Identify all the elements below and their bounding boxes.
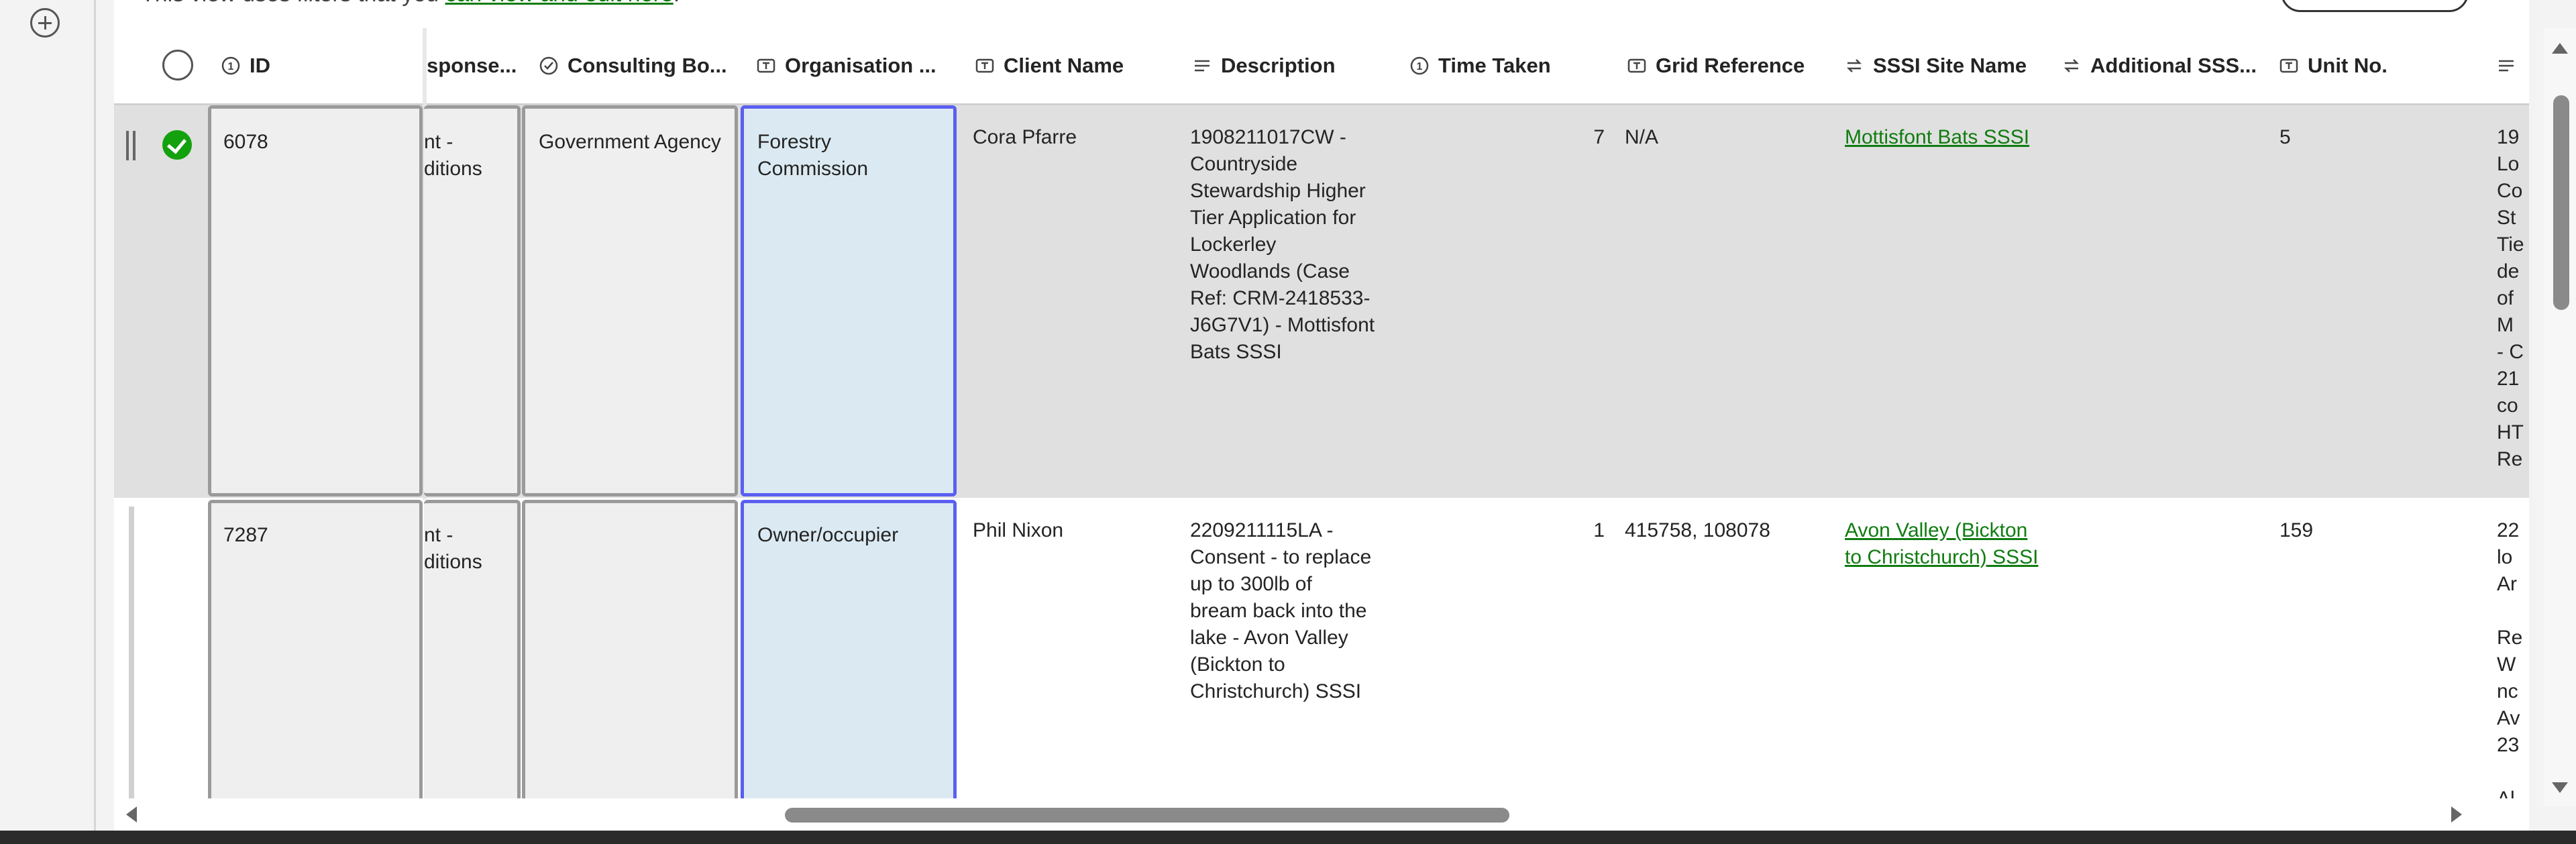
id-cell[interactable]: 6078 — [208, 105, 423, 496]
column-header-client-name[interactable]: Client Name — [975, 28, 1190, 103]
response-value: nt - ditions — [424, 524, 482, 573]
column-header-time-taken[interactable]: 1 Time Taken — [1410, 28, 1625, 103]
horizontal-scroll-thumb[interactable] — [785, 808, 1509, 823]
table-row[interactable]: 7287 nt - ditions Owner/occupier Phil Ni… — [114, 500, 2529, 806]
column-header-grid-reference[interactable]: Grid Reference — [1627, 28, 1842, 103]
text-icon — [2279, 58, 2298, 73]
text-icon — [1627, 58, 1646, 73]
app-window: This view uses filters that you can view… — [0, 0, 2576, 831]
column-header-client-name-label: Client Name — [1004, 54, 1124, 77]
lookup-icon — [1846, 59, 1862, 72]
column-header-response-label: sponse... — [427, 54, 517, 77]
unit-no-value: 159 — [2279, 519, 2314, 541]
description-value: 1908211017CW - Countryside Stewardship H… — [1190, 126, 1375, 363]
response-cell[interactable]: nt - ditions — [424, 105, 521, 496]
column-header-consulting-body[interactable]: Consulting Bo... — [539, 28, 754, 103]
column-header-description-label: Description — [1221, 54, 1336, 77]
column-header-organisation[interactable]: Organisation ... — [757, 28, 971, 103]
consulting-body-cell[interactable] — [522, 500, 738, 806]
column-header-consulting-body-label: Consulting Bo... — [568, 54, 727, 77]
filter-notice-text: This view uses filters that you — [141, 0, 445, 7]
number-icon: 1 — [221, 56, 240, 75]
text-icon — [975, 58, 994, 73]
sssi-site-link[interactable]: Mottisfont Bats SSSI — [1845, 124, 2053, 151]
column-header-sssi-site-name[interactable]: SSSI Site Name — [1845, 28, 2059, 103]
filter-notice-link[interactable]: can view and edit here — [445, 0, 674, 7]
id-value: 7287 — [223, 524, 268, 546]
column-header-additional-sssi-label: Additional SSS... — [2090, 54, 2257, 77]
column-header-sssi-site-name-label: SSSI Site Name — [1873, 54, 2027, 77]
grid-header: 1 ID sponse... Consulting Bo... Organisa… — [114, 28, 2529, 806]
drag-handle-icon[interactable] — [126, 131, 136, 160]
main-panel: This view uses filters that you can view… — [114, 0, 2529, 831]
organisation-cell[interactable]: Forestry Commission — [741, 105, 957, 496]
horizontal-scrollbar[interactable] — [114, 798, 2529, 828]
table-row[interactable]: 6078 nt - ditions Government Agency Fore… — [114, 105, 2529, 498]
client-name-value: Cora Pfarre — [973, 126, 1077, 148]
consulting-body-value: Government Agency — [539, 131, 721, 153]
row-indicator — [129, 507, 134, 802]
overflow-value: 22 lo Ar Re W nc Av 23 Al — [2497, 519, 2523, 806]
svg-text:1: 1 — [1417, 61, 1423, 72]
column-header-grid-reference-label: Grid Reference — [1656, 54, 1805, 77]
column-header-id[interactable]: 1 ID — [221, 28, 329, 103]
choice-icon — [539, 56, 558, 75]
scroll-up-icon[interactable] — [2552, 43, 2568, 54]
select-all-checkbox[interactable] — [162, 50, 193, 81]
multiline-text-icon — [2499, 60, 2514, 72]
column-header-time-taken-label: Time Taken — [1438, 54, 1551, 77]
response-cell[interactable]: nt - ditions — [424, 500, 521, 806]
id-cell[interactable]: 7287 — [208, 500, 423, 806]
scroll-left-icon[interactable] — [126, 806, 137, 823]
multiline-text-icon — [1195, 60, 1210, 72]
number-icon: 1 — [1410, 56, 1429, 75]
column-header-overflow[interactable] — [2497, 28, 2529, 103]
data-grid: 1 ID sponse... Consulting Bo... Organisa… — [114, 28, 2529, 806]
row-selected-check-icon[interactable] — [162, 130, 192, 160]
column-header-description[interactable]: Description — [1193, 28, 1407, 103]
sssi-site-link[interactable]: Avon Valley (Bickton to Christchurch) SS… — [1845, 517, 2053, 571]
time-taken-value: 7 — [1593, 126, 1605, 148]
response-value: nt - ditions — [424, 131, 482, 180]
unit-no-value: 5 — [2279, 126, 2291, 148]
svg-text:1: 1 — [228, 61, 234, 72]
vertical-scrollbar[interactable] — [2544, 28, 2576, 806]
filter-notice-end: . — [674, 0, 680, 7]
organisation-cell[interactable]: Owner/occupier — [741, 500, 957, 806]
column-header-unit-no[interactable]: Unit No. — [2279, 28, 2481, 103]
filter-notice: This view uses filters that you can view… — [141, 0, 680, 7]
organisation-value: Owner/occupier — [757, 524, 899, 546]
scroll-down-icon[interactable] — [2552, 782, 2568, 793]
id-value: 6078 — [223, 131, 268, 153]
column-header-unit-no-label: Unit No. — [2308, 54, 2387, 77]
lookup-icon — [2063, 59, 2080, 72]
column-header-additional-sssi[interactable]: Additional SSS... — [2062, 28, 2277, 103]
column-header-organisation-label: Organisation ... — [785, 54, 936, 77]
column-header-id-label: ID — [250, 54, 270, 77]
organisation-value: Forestry Commission — [757, 131, 869, 180]
vertical-scroll-thumb[interactable] — [2553, 95, 2569, 310]
scroll-right-icon[interactable] — [2451, 806, 2462, 823]
description-value: 2209211115LA - Consent - to replace up t… — [1190, 519, 1372, 702]
client-name-value: Phil Nixon — [973, 519, 1064, 541]
consulting-body-cell[interactable]: Government Agency — [522, 105, 738, 496]
grid-reference-value: 415758, 108078 — [1625, 519, 1770, 541]
time-taken-value: 1 — [1593, 519, 1605, 541]
text-icon — [757, 58, 775, 73]
clear-filters-button[interactable]: Clear filters — [2281, 0, 2469, 12]
overflow-value: 19 Lo Co St Tie de of M - C 21 co HT Re — [2497, 126, 2524, 470]
left-rail — [0, 0, 96, 831]
grid-reference-value: N/A — [1625, 126, 1659, 148]
add-icon[interactable] — [30, 8, 60, 38]
